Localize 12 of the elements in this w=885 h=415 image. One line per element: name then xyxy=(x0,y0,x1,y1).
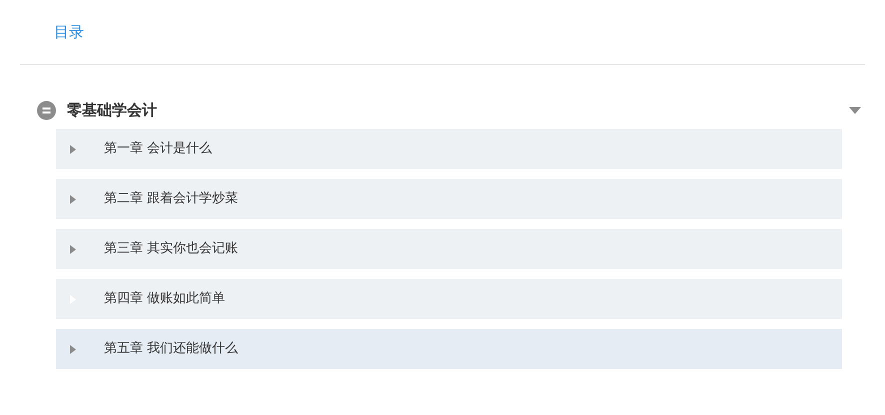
chapter-item[interactable]: 第一章 会计是什么 xyxy=(56,129,842,169)
chapter-title: 第三章 其实你也会记账 xyxy=(104,240,238,258)
chapter-item[interactable]: 第五章 我们还能做什么 xyxy=(56,329,842,369)
chapter-item[interactable]: 第四章 做账如此简单 xyxy=(56,279,842,319)
chapter-title: 第五章 我们还能做什么 xyxy=(104,340,238,358)
caret-icon[interactable] xyxy=(849,106,861,114)
chapter-item[interactable]: 第三章 其实你也会记账 xyxy=(56,229,842,269)
chapter-title: 第一章 会计是什么 xyxy=(104,140,212,158)
section-title: 零基础学会计 xyxy=(67,100,157,121)
chapter-title: 第四章 做账如此简单 xyxy=(104,290,226,308)
chapter-title: 第二章 跟着会计学炒菜 xyxy=(104,190,238,208)
chapter-item[interactable]: 第二章 跟着会计学炒菜 xyxy=(56,179,842,219)
